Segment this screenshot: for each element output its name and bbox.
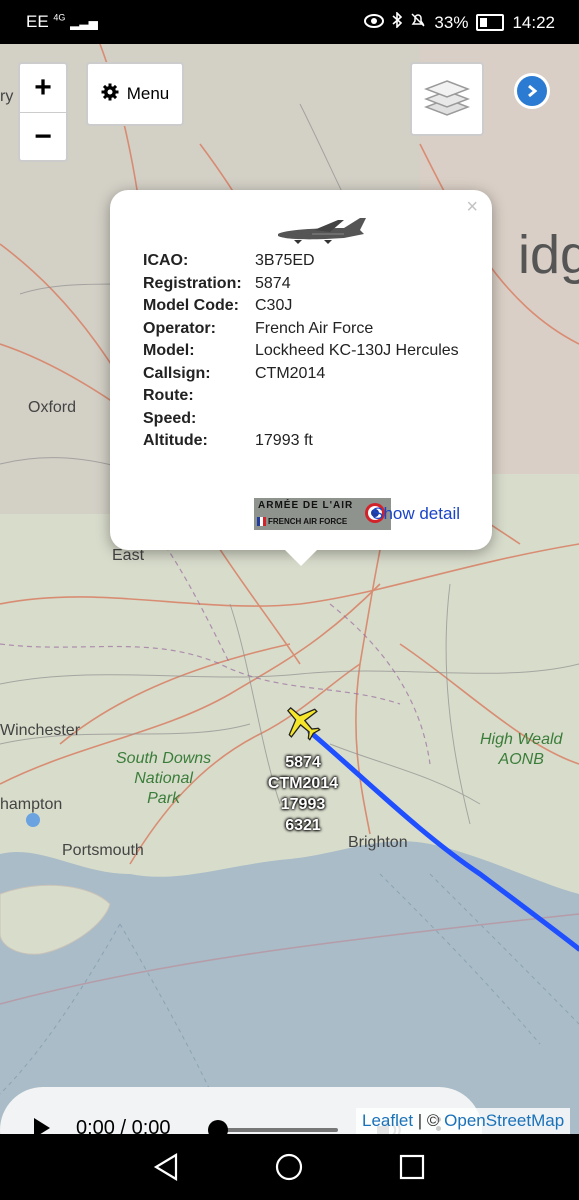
aircraft-photo [274, 210, 370, 253]
info-row: Registration: 5874 [143, 275, 459, 298]
operator-logo-line1: ARMÉE DE L'AIR [258, 500, 354, 511]
info-row-value: C30J [255, 297, 293, 314]
info-row-value: 5874 [255, 274, 291, 292]
operator-logo-line2: FRENCH AIR FORCE [268, 517, 348, 526]
aircraft-marker-icon[interactable] [282, 702, 322, 747]
info-row-value: CTM2014 [255, 364, 326, 382]
map-label-ry: ry [0, 88, 14, 105]
gear-icon [101, 83, 119, 106]
clock: 14:22 [512, 12, 555, 32]
status-icons: 33% 14:22 [364, 11, 555, 33]
info-row-key: Altitude: [143, 432, 208, 449]
operator-logo: ARMÉE DE L'AIR FRENCH AIR FORCE [254, 498, 391, 530]
info-row-value: French Air Force [255, 319, 374, 337]
info-row: Speed: [143, 410, 459, 433]
airport-marker [26, 813, 40, 827]
zoom-in-button[interactable]: + [20, 64, 66, 113]
info-row: Model: Lockheed KC-130J Hercules [143, 342, 459, 365]
info-row-key: Model: [143, 342, 195, 359]
map-label-high-weald: High Weald AONB [480, 730, 562, 770]
zoom-control: + − [18, 62, 68, 162]
system-nav-bar [0, 1134, 579, 1200]
info-row-key: ICAO: [143, 252, 189, 269]
carrier-label: EE 4G ▂▃▅ [26, 12, 98, 32]
aircraft-label-altitude: 17993 [280, 796, 326, 813]
info-row: ICAO: 3B75ED [143, 252, 459, 275]
info-row-value [255, 387, 459, 410]
network-type: 4G [53, 12, 66, 23]
aircraft-data-label: 5874 CTM2014 17993 6321 [262, 752, 344, 836]
info-row-key: Callsign: [143, 364, 211, 382]
info-row-key: Route: [143, 387, 194, 404]
map-label-hampton: hampton [0, 796, 63, 813]
carrier-name: EE [26, 12, 49, 31]
map-label-idge: idg [518, 225, 579, 285]
aircraft-label-callsign: CTM2014 [267, 775, 339, 792]
map-attribution: Leaflet | © OpenStreetMap [356, 1108, 571, 1134]
info-row: Callsign: CTM2014 [143, 365, 459, 388]
battery-icon [476, 14, 505, 31]
info-row-key: Registration: [143, 274, 242, 292]
chevron-right-icon[interactable] [514, 73, 550, 109]
map-label-brighton: Brighton [348, 834, 408, 851]
map-label-portsmouth: Portsmouth [62, 842, 144, 859]
layers-button[interactable] [410, 62, 484, 136]
zoom-out-button[interactable]: − [20, 113, 66, 161]
french-flag-icon [257, 517, 266, 526]
menu-label: Menu [126, 84, 170, 103]
info-row-value: Lockheed KC-130J Hercules [255, 342, 459, 359]
layers-icon [423, 77, 471, 122]
high-weald-line2: AONB [498, 751, 544, 768]
info-row: Model Code: C30J [143, 297, 459, 320]
recent-apps-icon[interactable] [399, 1152, 425, 1187]
map-label-south-downs: South Downs National Park [116, 749, 211, 809]
info-row-value: 17993 ft [255, 432, 313, 449]
aircraft-label-registration: 5874 [285, 754, 321, 771]
battery-percent: 33% [434, 12, 469, 32]
map-label-winchester: Winchester [0, 722, 81, 739]
south-downs-line3: Park [147, 790, 181, 807]
info-row-value: 3B75ED [255, 252, 315, 269]
eye-icon [364, 13, 385, 33]
leaflet-link[interactable]: Leaflet [362, 1111, 413, 1130]
info-row-key: Speed: [143, 409, 197, 427]
info-row-value [255, 410, 459, 433]
osm-link[interactable]: OpenStreetMap [444, 1111, 564, 1130]
info-row-key: Operator: [143, 319, 216, 337]
map-view[interactable]: ry idg Oxford Winchester South Downs Nat… [0, 44, 579, 1134]
info-row-key: Model Code: [143, 297, 239, 314]
bell-off-icon [410, 12, 426, 33]
aircraft-info-popup: × ICAO: 3B75ED Registration: 5874 Model Code… [110, 190, 492, 550]
audio-time: 0:00 / 0:00 [76, 1117, 171, 1134]
high-weald-line1: High Weald [480, 731, 563, 748]
audio-seek-handle[interactable] [208, 1120, 228, 1134]
info-row: Operator: French Air Force [143, 320, 459, 343]
map-label-oxford: Oxford [28, 399, 77, 416]
aircraft-label-squawk: 6321 [285, 817, 321, 834]
attribution-separator: | © [413, 1111, 445, 1130]
signal-icon: ▂▃▅ [70, 16, 98, 30]
aircraft-info-table: ICAO: 3B75ED Registration: 5874 Model Code: C… [143, 252, 459, 455]
info-row: Altitude: 17993 ft [143, 432, 459, 455]
menu-button[interactable]: Menu [86, 62, 184, 126]
popup-tip [283, 548, 319, 566]
show-detail-link[interactable]: Show detail [372, 504, 460, 524]
home-icon[interactable] [274, 1152, 304, 1187]
bluetooth-icon [392, 11, 403, 33]
back-icon[interactable] [152, 1152, 180, 1187]
south-downs-line1: South Downs [116, 750, 212, 767]
info-row: Route: [143, 387, 459, 410]
status-bar: EE 4G ▂▃▅ 33% 14:22 [0, 0, 579, 44]
popup-close-button[interactable]: × [466, 196, 478, 219]
audio-seek-track[interactable] [218, 1128, 338, 1132]
south-downs-line2: National [134, 770, 193, 787]
play-icon[interactable] [34, 1118, 50, 1134]
